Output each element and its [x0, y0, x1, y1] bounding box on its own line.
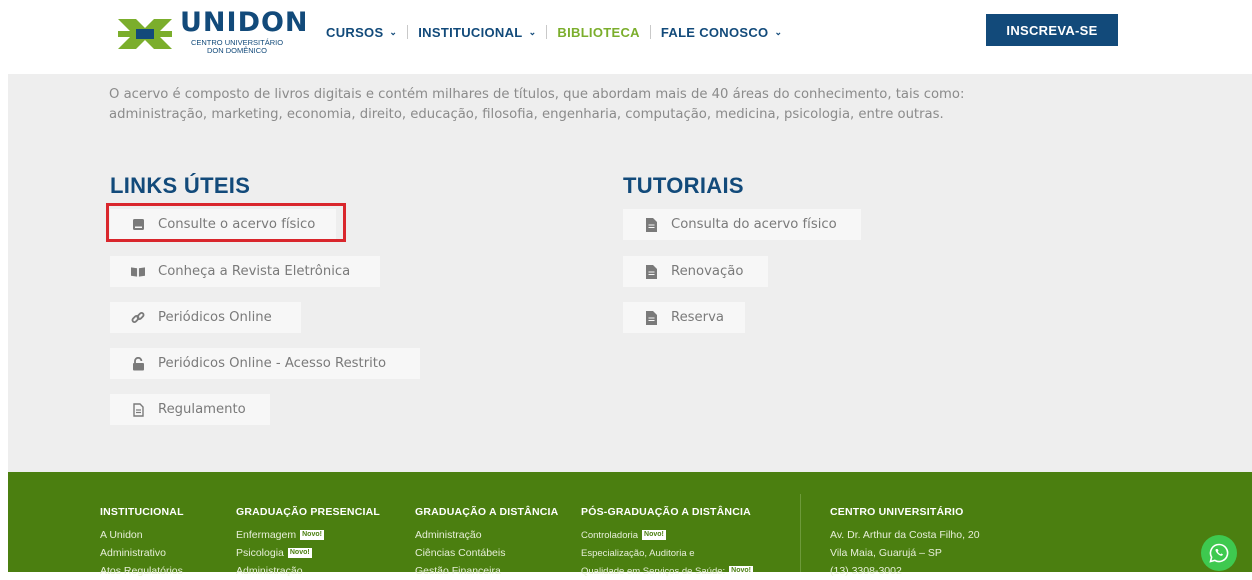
link-regulamento[interactable]: Regulamento	[110, 394, 270, 425]
footer-link[interactable]: Especialização, Auditoria e	[581, 544, 796, 562]
site-header: UNIDON CENTRO UNIVERSITÁRIO DON DOMÊNICO…	[0, 0, 1252, 70]
site-footer: INSTITUCIONAL A Unidon Administrativo At…	[8, 472, 1252, 577]
footer-link[interactable]: Atos Regulatórios	[100, 562, 184, 580]
file-icon	[644, 217, 658, 232]
footer-link[interactable]: Psicologia Novo!	[236, 544, 380, 562]
footer-heading: GRADUAÇÃO A DISTÂNCIA	[415, 506, 559, 518]
footer-col-presencial: GRADUAÇÃO PRESENCIAL Enfermagem Novo! Ps…	[236, 506, 380, 580]
new-badge: Novo!	[642, 530, 666, 540]
footer-link[interactable]: Controladoria Novo!	[581, 526, 796, 544]
tutorial-consulta-acervo[interactable]: Consulta do acervo físico	[623, 209, 861, 240]
links-uteis-title: LINKS ÚTEIS	[110, 173, 251, 198]
intro-text: O acervo é composto de livros digitais e…	[109, 87, 965, 122]
link-label: Regulamento	[158, 402, 246, 417]
file-icon	[644, 264, 658, 279]
link-label: Periódicos Online - Acesso Restrito	[158, 356, 387, 371]
logo-subtitle: CENTRO UNIVERSITÁRIO DON DOMÊNICO	[190, 38, 284, 55]
open-book-icon	[131, 265, 145, 279]
new-badge: Novo!	[300, 530, 324, 540]
link-icon	[131, 311, 145, 325]
whatsapp-button[interactable]	[1201, 535, 1237, 571]
footer-link[interactable]: Administração	[415, 526, 558, 544]
footer-link[interactable]: A Unidon	[100, 526, 184, 544]
address-line: Av. Dr. Arthur da Costa Filho, 20	[830, 529, 980, 541]
chevron-down-icon: ⌄	[774, 26, 783, 37]
footer-col-pos: PÓS-GRADUAÇÃO A DISTÂNCIA Controladoria …	[581, 506, 796, 580]
unidon-logo[interactable]: UNIDON CENTRO UNIVERSITÁRIO DON DOMÊNICO	[116, 7, 308, 57]
footer-divider	[800, 494, 801, 572]
footer-heading: PÓS-GRADUAÇÃO A DISTÂNCIA	[581, 506, 751, 518]
tutorial-renovacao[interactable]: Renovação	[623, 256, 768, 287]
footer-heading: INSTITUCIONAL	[100, 506, 184, 518]
link-label: Periódicos Online	[158, 310, 272, 325]
whatsapp-icon	[1209, 543, 1229, 563]
footer-col-institucional: INSTITUCIONAL A Unidon Administrativo At…	[100, 506, 184, 580]
main-nav: CURSOS ⌄ INSTITUCIONAL ⌄ BIBLIOTECA FALE C…	[326, 22, 782, 42]
link-revista-eletronica[interactable]: Conheça a Revista Eletrônica	[110, 256, 380, 287]
footer-link[interactable]: Administração	[236, 562, 380, 580]
phone-number[interactable]: (13) 3308-3002	[830, 562, 980, 580]
footer-link[interactable]: Enfermagem Novo!	[236, 526, 380, 544]
new-badge: Novo!	[729, 566, 754, 576]
nav-institucional[interactable]: INSTITUCIONAL ⌄	[418, 25, 536, 40]
tutoriais-title: TUTORIAIS	[623, 173, 744, 198]
nav-divider	[649, 25, 651, 39]
nav-divider	[546, 25, 548, 39]
tutorial-reserva[interactable]: Reserva	[623, 302, 745, 333]
inscreva-se-button[interactable]: INSCREVA-SE	[986, 14, 1118, 46]
footer-link[interactable]: Qualidade em Serviços de Saúde: Novo!	[581, 562, 796, 580]
link-periodicos-online[interactable]: Periódicos Online	[110, 302, 301, 333]
footer-col-distancia: GRADUAÇÃO A DISTÂNCIA Administração Ciên…	[415, 506, 558, 580]
nav-divider	[407, 25, 409, 39]
tutorial-label: Reserva	[671, 310, 724, 325]
logo-mark-icon	[116, 13, 174, 53]
library-content: O acervo é composto de livros digitais e…	[8, 74, 1252, 472]
link-periodicos-restrito[interactable]: Periódicos Online - Acesso Restrito	[110, 348, 420, 379]
nav-biblioteca[interactable]: BIBLIOTECA	[557, 25, 639, 40]
footer-heading: CENTRO UNIVERSITÁRIO	[830, 506, 964, 518]
unlock-icon	[131, 356, 145, 371]
city-line: Vila Maia, Guarujá – SP	[830, 547, 942, 559]
footer-link[interactable]: Ciências Contábeis	[415, 544, 558, 562]
file-icon	[644, 310, 658, 325]
highlight-box	[106, 203, 346, 242]
nav-fale-conosco[interactable]: FALE CONOSCO ⌄	[661, 25, 782, 40]
new-badge: Novo!	[287, 548, 312, 558]
chevron-down-icon: ⌄	[528, 26, 537, 37]
tutorial-label: Consulta do acervo físico	[671, 217, 837, 232]
chevron-down-icon: ⌄	[389, 26, 398, 37]
link-label: Conheça a Revista Eletrônica	[158, 264, 351, 279]
tutorial-label: Renovação	[671, 264, 744, 279]
footer-heading: GRADUAÇÃO PRESENCIAL	[236, 506, 381, 518]
logo-wordmark: UNIDON	[180, 7, 309, 38]
footer-col-centro: CENTRO UNIVERSITÁRIO Av. Dr. Arthur da C…	[830, 506, 980, 580]
footer-link[interactable]: Administrativo	[100, 544, 184, 562]
footer-link[interactable]: Gestão Financeira	[415, 562, 558, 580]
document-icon	[131, 402, 145, 417]
nav-cursos[interactable]: CURSOS ⌄	[326, 25, 397, 40]
